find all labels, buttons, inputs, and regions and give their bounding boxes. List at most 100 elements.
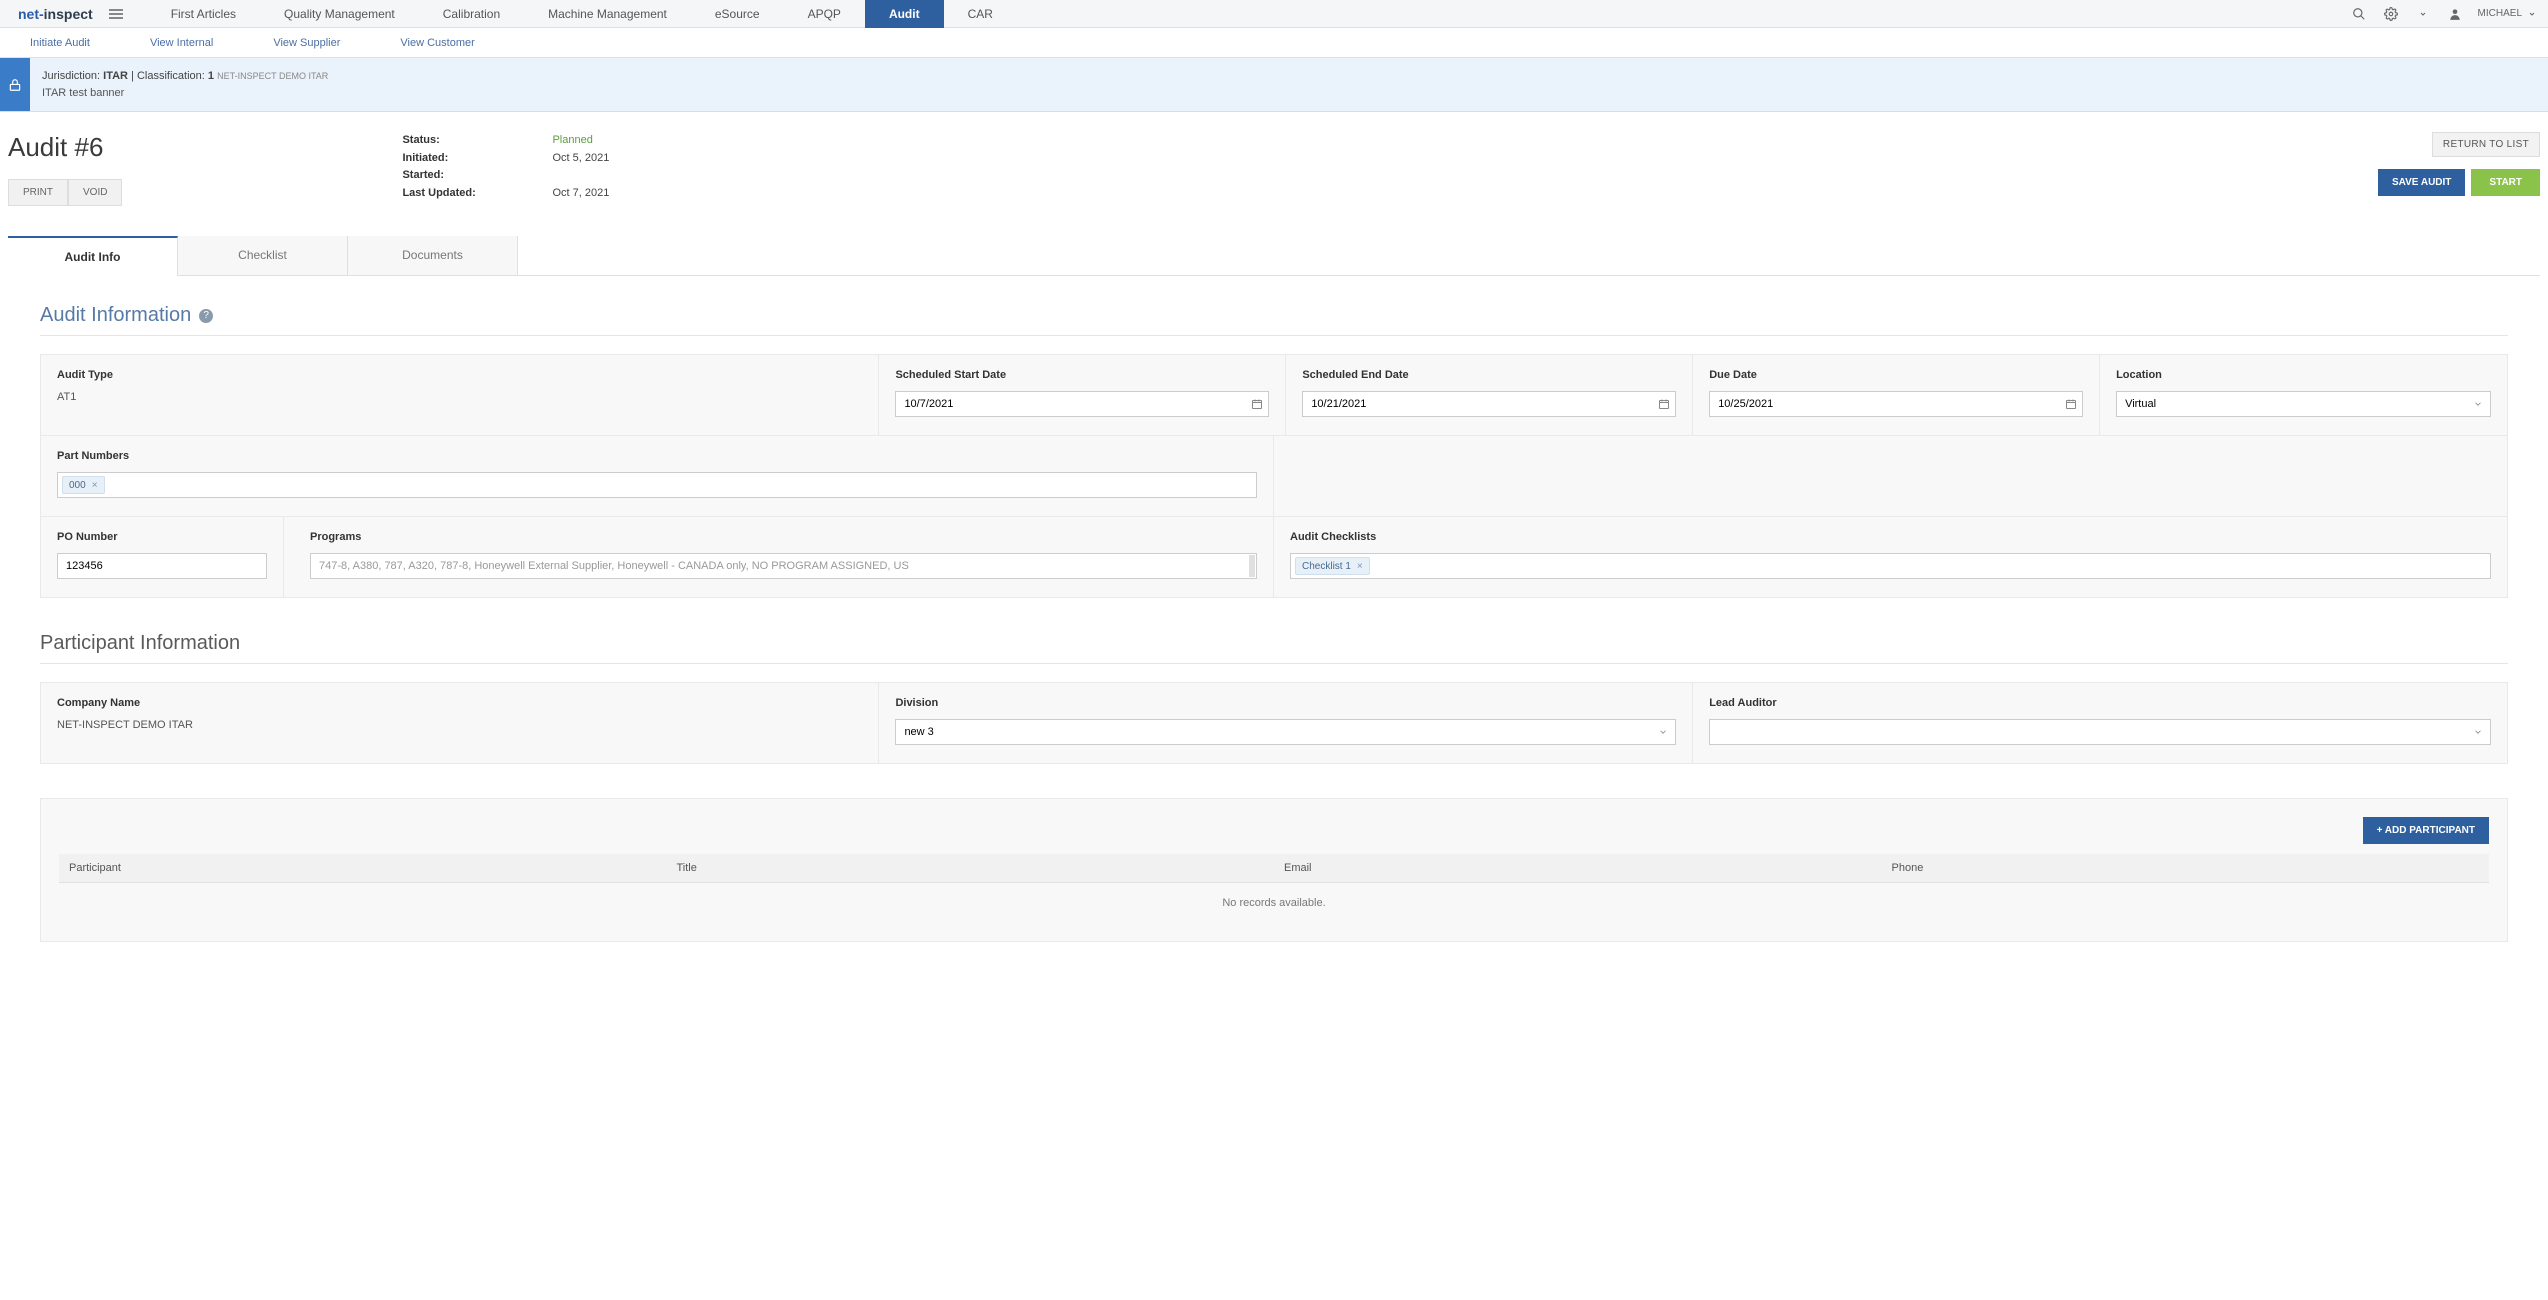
location-select[interactable]	[2116, 391, 2491, 417]
status-started-value	[552, 167, 609, 185]
chevron-down-icon	[2528, 10, 2536, 18]
subnav-view-customer[interactable]: View Customer	[370, 28, 504, 57]
user-name: MICHAEL	[2478, 8, 2522, 19]
chevron-down-icon[interactable]	[2473, 399, 2483, 409]
part-numbers-input[interactable]: 000×	[57, 472, 1257, 498]
division-select[interactable]	[895, 719, 1676, 745]
divider	[40, 663, 2508, 664]
banner-classification-label: Classification:	[137, 70, 205, 82]
empty-state: No records available.	[59, 883, 2489, 924]
tab-documents[interactable]: Documents	[348, 236, 518, 275]
void-button[interactable]: VOID	[68, 179, 122, 206]
tab-checklist[interactable]: Checklist	[178, 236, 348, 275]
close-icon[interactable]: ×	[1357, 561, 1363, 572]
search-icon[interactable]	[2350, 5, 2368, 23]
status-initiated-label: Initiated:	[402, 150, 552, 168]
subnav-initiate-audit[interactable]: Initiate Audit	[0, 28, 120, 57]
subnav-view-internal[interactable]: View Internal	[120, 28, 243, 57]
company-name-label: Company Name	[57, 697, 862, 709]
start-button[interactable]: START	[2471, 169, 2540, 196]
location-label: Location	[2116, 369, 2491, 381]
save-audit-button[interactable]: SAVE AUDIT	[2378, 169, 2465, 196]
nav-calibration[interactable]: Calibration	[419, 0, 524, 28]
audit-info-title: Audit Information ?	[40, 304, 2508, 327]
nav-car[interactable]: CAR	[944, 0, 1017, 28]
checklist-chip: Checklist 1 ×	[1295, 557, 1370, 575]
banner-jurisdiction-label: Jurisdiction:	[42, 70, 100, 82]
calendar-icon[interactable]	[2065, 398, 2077, 410]
field-company-name: Company Name NET-INSPECT DEMO ITAR	[41, 683, 879, 763]
nav-esource[interactable]: eSource	[691, 0, 784, 28]
calendar-icon[interactable]	[1658, 398, 1670, 410]
po-programs-wrapper: PO Number Programs 747-8, A380, 787, A32…	[41, 517, 1274, 597]
part-number-chip: 000×	[62, 476, 105, 494]
po-number-input[interactable]	[57, 553, 267, 579]
lead-auditor-select[interactable]	[1709, 719, 2491, 745]
tabs: Audit Info Checklist Documents	[8, 236, 2540, 276]
programs-input[interactable]: 747-8, A380, 787, A320, 787-8, Honeywell…	[310, 553, 1257, 579]
page-title: Audit #6	[8, 132, 122, 163]
sub-nav: Initiate Audit View Internal View Suppli…	[0, 28, 2548, 58]
user-icon[interactable]	[2446, 5, 2464, 23]
field-division: Division	[879, 683, 1693, 763]
due-date-input[interactable]	[1709, 391, 2083, 417]
scrollbar[interactable]	[1249, 555, 1255, 577]
programs-label: Programs	[310, 531, 1257, 543]
nav-first-articles[interactable]: First Articles	[147, 0, 260, 28]
subnav-view-supplier[interactable]: View Supplier	[243, 28, 370, 57]
banner-subtitle: ITAR test banner	[42, 85, 328, 102]
print-button[interactable]: PRINT	[8, 179, 68, 206]
logo-part2: inspect	[44, 6, 93, 22]
scheduled-end-label: Scheduled End Date	[1302, 369, 1676, 381]
field-po-number: PO Number	[41, 517, 284, 597]
user-menu[interactable]: MICHAEL	[2478, 8, 2536, 19]
menu-icon[interactable]	[109, 9, 123, 19]
col-participant[interactable]: Participant	[59, 854, 667, 883]
participant-box: + ADD PARTICIPANT Participant Title Emai…	[40, 798, 2508, 942]
banner-classification-value: 1	[208, 70, 214, 82]
banner-suffix: NET-INSPECT DEMO ITAR	[217, 71, 328, 81]
top-nav: net-inspect First Articles Quality Manag…	[0, 0, 2548, 28]
logo[interactable]: net-inspect	[0, 6, 105, 22]
nav-quality-management[interactable]: Quality Management	[260, 0, 419, 28]
nav-audit[interactable]: Audit	[865, 0, 944, 28]
field-part-numbers: Part Numbers 000×	[41, 436, 1274, 516]
return-to-list-button[interactable]: RETURN TO LIST	[2432, 132, 2540, 157]
col-email[interactable]: Email	[1274, 854, 1882, 883]
chevron-down-icon[interactable]	[1658, 727, 1668, 737]
col-phone[interactable]: Phone	[1882, 854, 2490, 883]
add-participant-button[interactable]: + ADD PARTICIPANT	[2363, 817, 2489, 844]
gear-icon[interactable]	[2382, 5, 2400, 23]
field-scheduled-end: Scheduled End Date	[1286, 355, 1693, 435]
status-status-value: Planned	[552, 132, 609, 150]
tab-audit-info[interactable]: Audit Info	[8, 236, 178, 276]
scheduled-start-input[interactable]	[895, 391, 1269, 417]
page-header: Audit #6 PRINT VOID Status: Planned Init…	[8, 132, 2540, 206]
audit-type-label: Audit Type	[57, 369, 862, 381]
company-name-value: NET-INSPECT DEMO ITAR	[57, 719, 862, 731]
top-right: MICHAEL	[2350, 5, 2548, 23]
status-started-label: Started:	[402, 167, 552, 185]
divider	[40, 335, 2508, 336]
close-icon[interactable]: ×	[92, 480, 98, 491]
top-nav-menu: First Articles Quality Management Calibr…	[147, 0, 2350, 28]
nav-apqp[interactable]: APQP	[784, 0, 865, 28]
field-scheduled-start: Scheduled Start Date	[879, 355, 1286, 435]
checklist-chip-label: Checklist 1	[1302, 561, 1351, 572]
audit-checklists-input[interactable]: Checklist 1 ×	[1290, 553, 2491, 579]
po-number-label: PO Number	[57, 531, 267, 543]
help-icon[interactable]: ?	[199, 309, 213, 323]
nav-machine-management[interactable]: Machine Management	[524, 0, 691, 28]
division-label: Division	[895, 697, 1676, 709]
field-programs: Programs 747-8, A380, 787, A320, 787-8, …	[294, 517, 1273, 597]
scheduled-start-label: Scheduled Start Date	[895, 369, 1269, 381]
chevron-down-icon[interactable]	[2473, 727, 2483, 737]
scheduled-end-input[interactable]	[1302, 391, 1676, 417]
calendar-icon[interactable]	[1251, 398, 1263, 410]
gear-chevron-icon[interactable]	[2414, 5, 2432, 23]
programs-value: 747-8, A380, 787, A320, 787-8, Honeywell…	[319, 560, 909, 572]
field-audit-checklists: Audit Checklists Checklist 1×	[1274, 517, 2507, 597]
empty-cell	[1274, 436, 2507, 516]
field-audit-type: Audit Type AT1	[41, 355, 879, 435]
col-title[interactable]: Title	[667, 854, 1275, 883]
